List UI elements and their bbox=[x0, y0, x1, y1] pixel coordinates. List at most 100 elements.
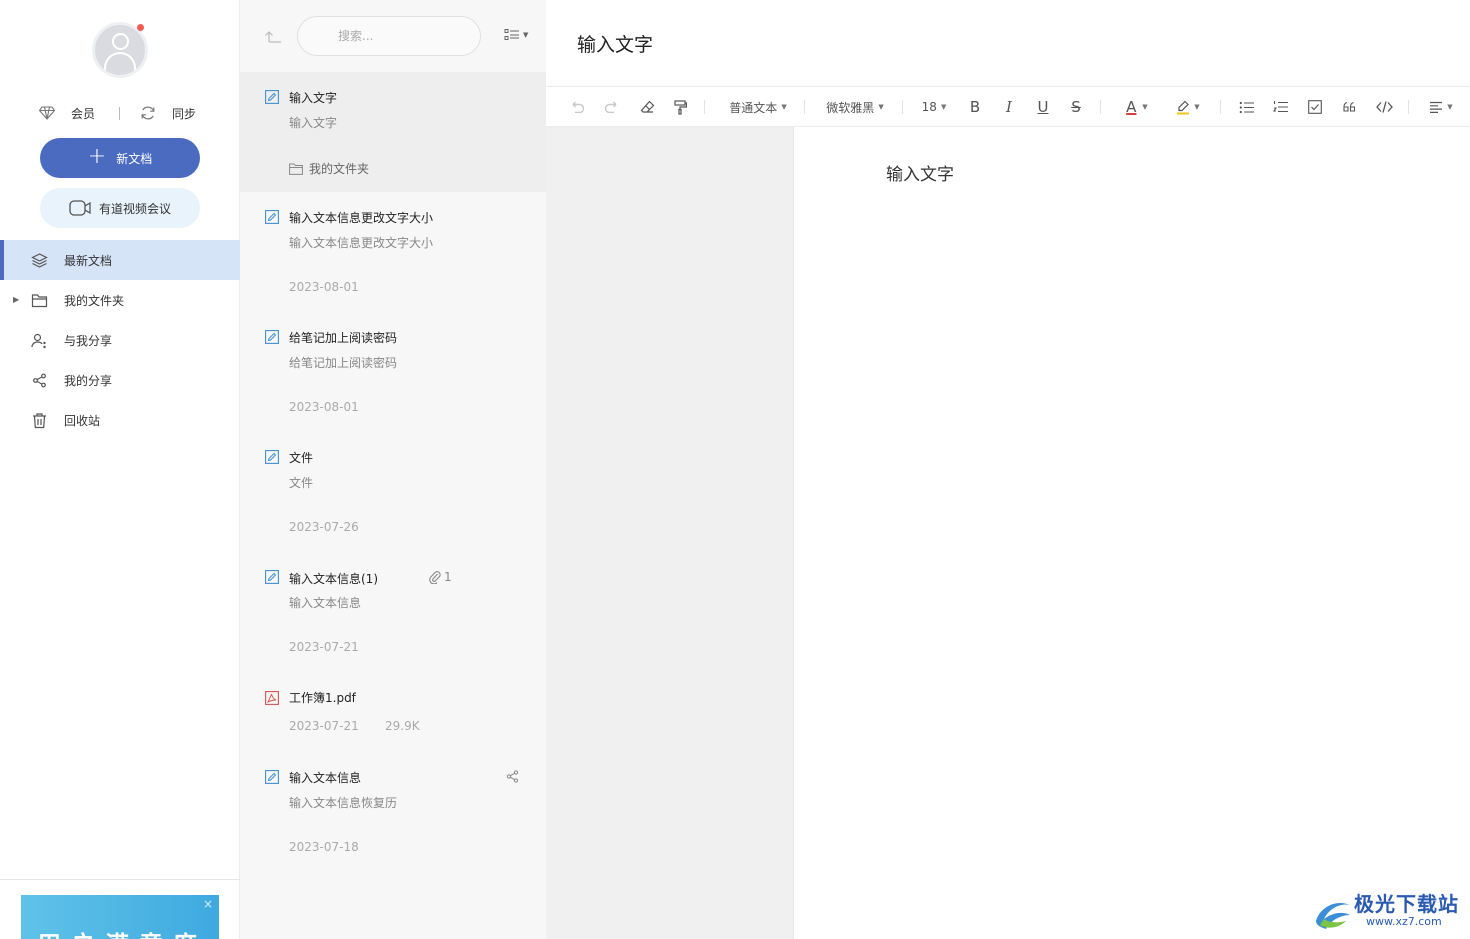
underline-button[interactable]: U bbox=[1032, 87, 1054, 127]
code-block-button[interactable] bbox=[1372, 87, 1396, 127]
ad-divider bbox=[0, 879, 240, 880]
search-input[interactable] bbox=[297, 16, 481, 56]
doc-title: 给笔记加上阅读密码 bbox=[289, 331, 398, 345]
share-icon bbox=[33, 373, 46, 388]
note-icon bbox=[265, 90, 279, 104]
sidebar-item-shared-with-me[interactable]: 与我分享 bbox=[0, 320, 240, 360]
member-label: 会员 bbox=[71, 106, 96, 121]
font-family-value: 微软雅黑 bbox=[826, 100, 875, 115]
doc-title: 输入文本信息 bbox=[289, 771, 362, 785]
checklist-button[interactable] bbox=[1304, 87, 1326, 127]
font-color-icon: A bbox=[1124, 98, 1138, 116]
doc-folder[interactable]: 我的文件夹 bbox=[289, 160, 369, 177]
sidebar-item-my-folder[interactable]: ▶ 我的文件夹 bbox=[0, 280, 240, 320]
back-up-icon[interactable] bbox=[264, 28, 282, 44]
editor-body-text[interactable]: 输入文字 bbox=[886, 160, 954, 185]
font-family-dropdown[interactable]: 微软雅黑 ▼ bbox=[821, 87, 889, 127]
font-color-glyph: A bbox=[1126, 98, 1137, 116]
redo-icon bbox=[604, 101, 617, 113]
new-document-label: 新文档 bbox=[116, 151, 153, 166]
toolbar-divider bbox=[1100, 100, 1101, 114]
eraser-icon bbox=[640, 100, 654, 113]
view-mode-toggle[interactable]: ▼ bbox=[504, 28, 528, 42]
format-painter-button[interactable] bbox=[669, 87, 691, 127]
clear-format-button[interactable] bbox=[636, 87, 658, 127]
doc-title: 工作簿1.pdf bbox=[289, 691, 356, 705]
sidebar-item-label: 我的文件夹 bbox=[64, 293, 125, 308]
font-color-button[interactable]: A ▼ bbox=[1116, 87, 1156, 127]
list-item[interactable]: 文件 文件 2023-07-26 bbox=[240, 432, 546, 552]
highlight-color-button[interactable]: ▼ bbox=[1168, 87, 1208, 127]
toolbar-divider bbox=[1408, 100, 1409, 114]
numbered-list-button[interactable] bbox=[1269, 87, 1291, 127]
toolbar-divider bbox=[1220, 100, 1221, 114]
video-meeting-label: 有道视频会议 bbox=[98, 201, 171, 216]
watermark-logo-icon bbox=[1316, 902, 1350, 929]
doc-snippet: 输入文字 bbox=[289, 116, 338, 130]
document-title[interactable]: 输入文字 bbox=[577, 30, 653, 57]
notification-dot bbox=[137, 24, 144, 31]
list-item[interactable]: 输入文字 输入文字 我的文件夹 bbox=[240, 72, 546, 192]
undo-icon bbox=[572, 101, 585, 113]
note-icon bbox=[265, 570, 279, 584]
font-size-value: 18 bbox=[921, 100, 937, 114]
sidebar-item-my-shares[interactable]: 我的分享 bbox=[0, 360, 240, 400]
folder-icon bbox=[289, 163, 303, 175]
sidebar-item-label: 我的分享 bbox=[64, 373, 113, 388]
toolbar-divider bbox=[804, 100, 805, 114]
ad-banner[interactable]: 用户满意度 × bbox=[21, 895, 219, 939]
list-item[interactable]: 输入文本信息(1) 1 输入文本信息 2023-07-21 bbox=[240, 552, 546, 672]
doc-date: 2023-08-01 bbox=[289, 400, 359, 414]
doc-snippet: 输入文本信息恢复历 bbox=[289, 796, 398, 810]
align-left-icon bbox=[1430, 101, 1443, 113]
sidebar-item-label: 最新文档 bbox=[64, 253, 113, 268]
close-icon[interactable]: × bbox=[203, 897, 213, 911]
underline-icon: U bbox=[1037, 98, 1049, 116]
paragraph-style-dropdown[interactable]: 普通文本 ▼ bbox=[722, 87, 794, 127]
share-icon[interactable] bbox=[506, 770, 519, 783]
undo-button[interactable] bbox=[566, 87, 588, 127]
editor-page[interactable]: 输入文字 bbox=[795, 127, 1470, 939]
code-icon bbox=[1375, 101, 1393, 113]
chevron-down-icon: ▼ bbox=[523, 31, 529, 39]
highlighter-icon bbox=[1177, 100, 1190, 114]
doc-date: 2023-08-01 bbox=[289, 280, 359, 294]
note-icon bbox=[265, 210, 279, 224]
checkbox-icon bbox=[1308, 100, 1322, 114]
expand-caret-icon[interactable]: ▶ bbox=[13, 295, 19, 304]
quote-button[interactable] bbox=[1338, 87, 1360, 127]
bold-button[interactable]: B bbox=[964, 87, 986, 127]
doc-title: 输入文字 bbox=[289, 91, 338, 105]
video-meeting-button[interactable]: 有道视频会议 bbox=[40, 188, 200, 228]
sync-button[interactable]: 同步 bbox=[140, 102, 196, 124]
sidebar-item-trash[interactable]: 回收站 bbox=[0, 400, 240, 440]
doc-folder-label: 我的文件夹 bbox=[309, 162, 370, 176]
editor-gutter bbox=[546, 127, 794, 939]
strikethrough-button[interactable]: S bbox=[1065, 87, 1087, 127]
watermark-title: 极光下载站 bbox=[1354, 892, 1459, 916]
doc-snippet: 给笔记加上阅读密码 bbox=[289, 356, 398, 370]
font-size-dropdown[interactable]: 18 ▼ bbox=[916, 87, 952, 127]
sidebar-item-recent-docs[interactable]: 最新文档 bbox=[0, 240, 240, 280]
note-icon bbox=[265, 770, 279, 784]
chevron-down-icon: ▼ bbox=[1142, 103, 1148, 111]
note-icon bbox=[265, 450, 279, 464]
paperclip-icon bbox=[429, 571, 441, 584]
align-dropdown[interactable]: ▼ bbox=[1423, 87, 1459, 127]
bullet-list-button[interactable] bbox=[1235, 87, 1257, 127]
list-item[interactable]: 给笔记加上阅读密码 给笔记加上阅读密码 2023-08-01 bbox=[240, 312, 546, 432]
list-item[interactable]: 工作簿1.pdf 2023-07-21 29.9K bbox=[240, 672, 546, 752]
list-item[interactable]: 输入文本信息 输入文本信息恢复历 2023-07-18 bbox=[240, 752, 546, 872]
new-document-button[interactable]: + 新文档 bbox=[40, 138, 200, 178]
chevron-down-icon: ▼ bbox=[940, 103, 947, 111]
redo-button[interactable] bbox=[601, 87, 623, 127]
plus-icon: + bbox=[87, 144, 107, 169]
list-item[interactable]: 输入文本信息更改文字大小 输入文本信息更改文字大小 2023-08-01 bbox=[240, 192, 546, 312]
italic-button[interactable]: I bbox=[998, 87, 1020, 127]
doc-date: 2023-07-18 bbox=[289, 840, 359, 854]
member-button[interactable]: 会员 bbox=[39, 102, 95, 124]
site-watermark: 极光下载站 www.xz7.com bbox=[1310, 885, 1470, 939]
doc-date: 2023-07-21 bbox=[289, 640, 359, 654]
doc-date: 2023-07-21 bbox=[289, 719, 359, 733]
attachment-count-value: 1 bbox=[444, 570, 452, 584]
